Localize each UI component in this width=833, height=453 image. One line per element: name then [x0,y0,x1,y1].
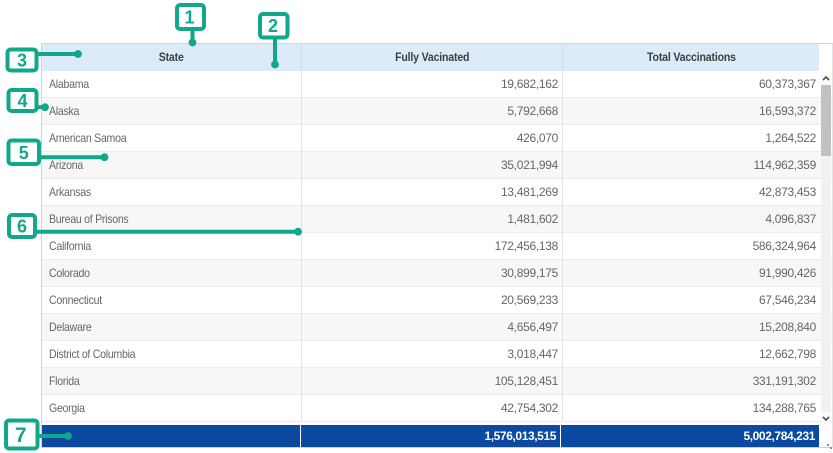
svg-text:2: 2 [268,16,278,36]
svg-text:3: 3 [17,51,27,71]
svg-text:4: 4 [17,91,27,111]
svg-text:6: 6 [17,217,27,237]
svg-text:5: 5 [19,143,29,163]
svg-text:7: 7 [15,424,27,447]
svg-text:1: 1 [184,8,194,28]
